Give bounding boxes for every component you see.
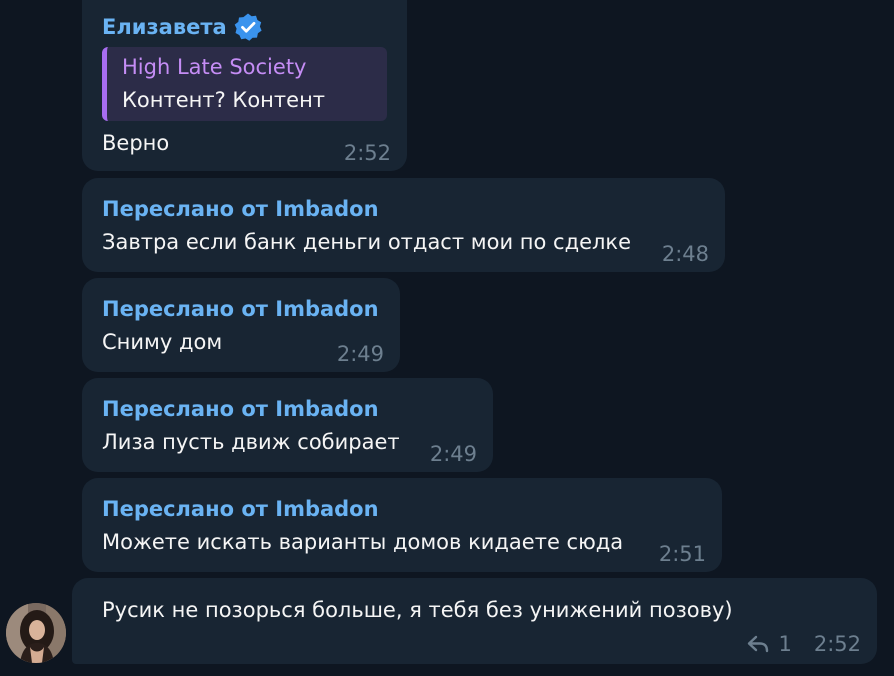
- message-bubble[interactable]: Переслано от Imbadon Лиза пусть движ соб…: [82, 378, 493, 472]
- message-time: 2:52: [813, 632, 861, 656]
- forwarded-from-label[interactable]: Переслано от Imbadon: [102, 497, 379, 521]
- message-time: 2:48: [661, 242, 709, 266]
- message-bubble[interactable]: Русик не позорься больше, я тебя без уни…: [72, 578, 877, 664]
- reply-icon[interactable]: [746, 634, 770, 654]
- avatar[interactable]: [6, 603, 66, 663]
- message-time: 2:49: [429, 442, 477, 466]
- avatar-image: [6, 603, 66, 663]
- forwarded-from-label[interactable]: Переслано от Imbadon: [102, 197, 379, 221]
- message-bubble[interactable]: Переслано от Imbadon Можете искать вариа…: [82, 478, 722, 572]
- quote-title: High Late Society: [122, 55, 307, 79]
- message-text: Лиза пусть движ собирает: [102, 430, 400, 454]
- message-time: 2:51: [658, 542, 706, 566]
- forwarded-from-label[interactable]: Переслано от Imbadon: [102, 297, 379, 321]
- message-text: Сниму дом: [102, 330, 223, 354]
- message-text: Верно: [102, 131, 170, 155]
- message-meta: 1 2:52: [746, 632, 861, 656]
- reply-quote[interactable]: High Late Society Контент? Контент: [102, 47, 387, 121]
- message-text: Можете искать варианты домов кидаете сюд…: [102, 530, 624, 554]
- verified-badge-icon: [234, 13, 262, 41]
- message-author[interactable]: Елизавета: [102, 12, 263, 42]
- message-time: 2:52: [343, 141, 391, 165]
- message-bubble[interactable]: Переслано от Imbadon Завтра если банк де…: [82, 178, 725, 272]
- message-bubble[interactable]: Елизавета High Late Society Контент? Кон…: [82, 0, 407, 171]
- message-text: Завтра если банк деньги отдаст мои по сд…: [102, 230, 632, 254]
- quote-text: Контент? Контент: [122, 88, 326, 112]
- message-time: 2:49: [336, 342, 384, 366]
- forwarded-from-label[interactable]: Переслано от Imbadon: [102, 397, 379, 421]
- message-bubble[interactable]: Переслано от Imbadon Сниму дом 2:49: [82, 278, 400, 372]
- reply-count[interactable]: 1: [778, 632, 791, 656]
- message-text: Русик не позорься больше, я тебя без уни…: [102, 598, 733, 622]
